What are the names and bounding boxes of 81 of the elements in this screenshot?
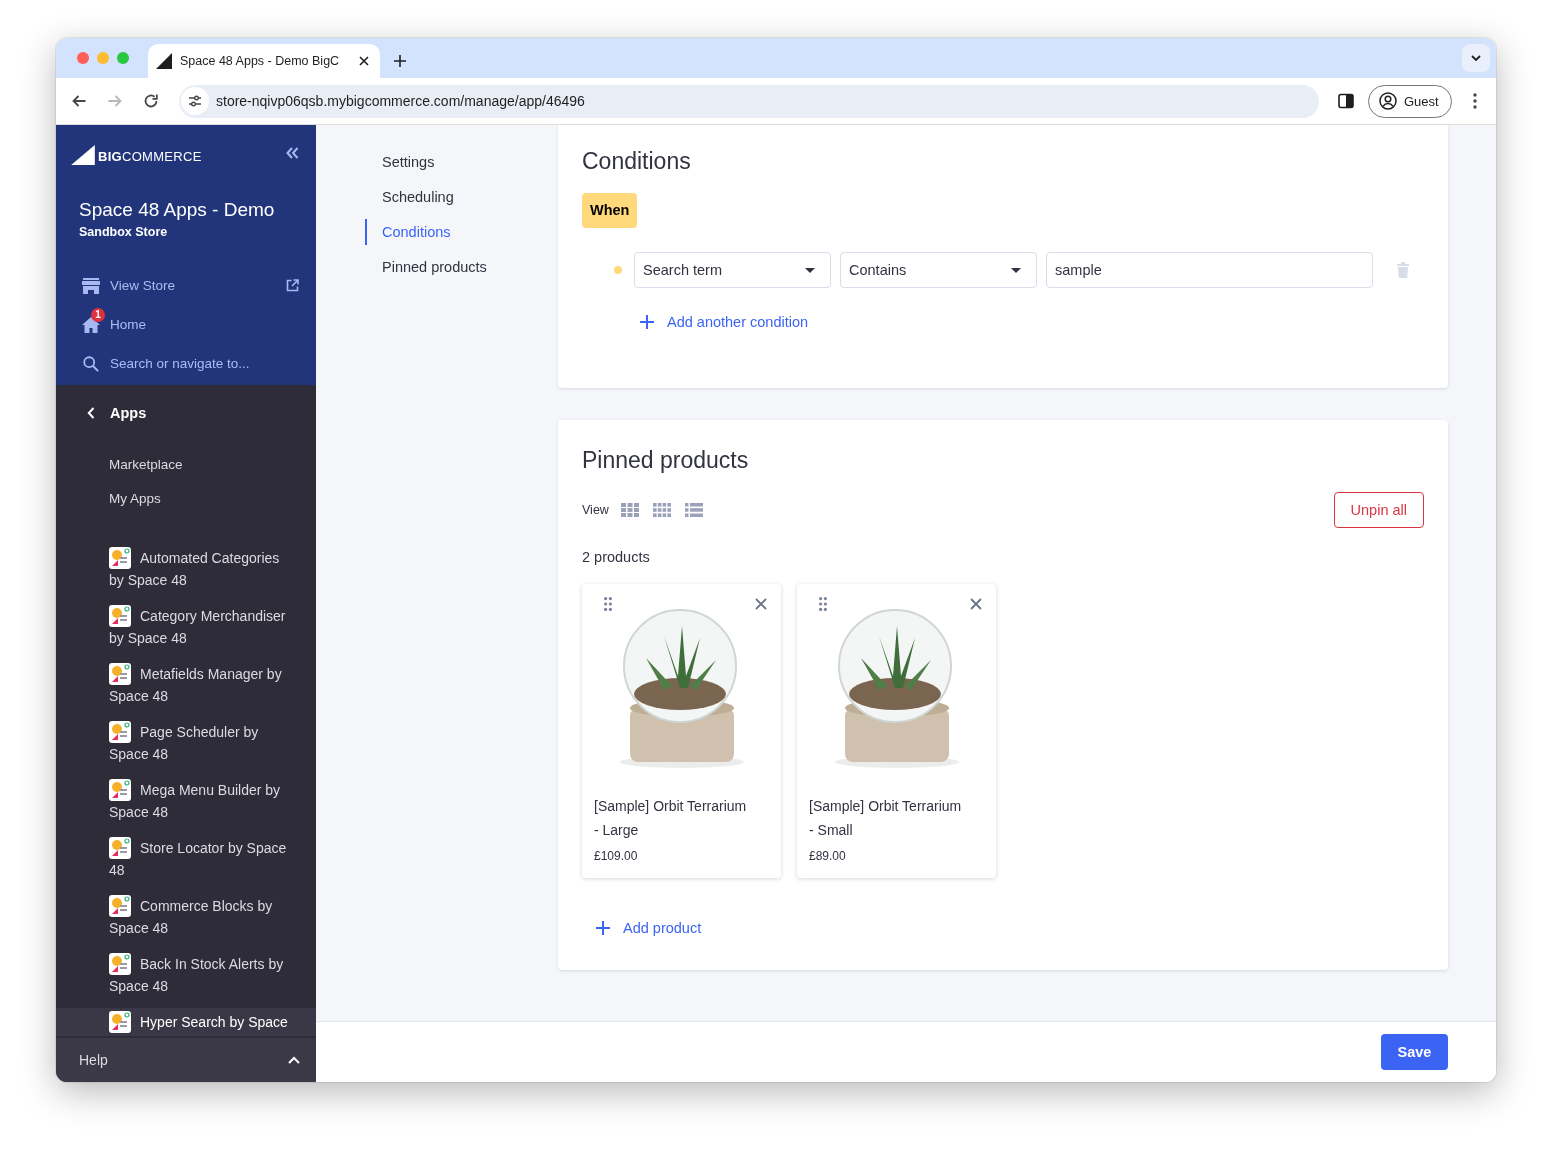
search-field[interactable]: Search or navigate to...	[56, 344, 316, 383]
save-button[interactable]: Save	[1381, 1034, 1448, 1070]
back-link[interactable]: Apps	[56, 401, 316, 425]
app-logo-icon	[109, 895, 131, 917]
add-product-link[interactable]: Add product	[596, 916, 702, 940]
browser-tab[interactable]: Space 48 Apps - Demo BigC	[148, 44, 380, 78]
address-bar[interactable]: store-nqivp06qsb.mybigcommerce.com/manage/app/46496	[179, 84, 1319, 118]
app-link[interactable]: Mega Menu Builder by Space 48	[56, 776, 316, 826]
drag-handle-icon[interactable]	[819, 597, 827, 611]
notification-badge: 1	[91, 307, 105, 322]
close-icon[interactable]	[359, 56, 369, 66]
logo-wordmark: BIGCOMMERCE	[98, 149, 202, 165]
product-card[interactable]: [Sample] Orbit Terrarium - Large £109.00	[582, 584, 781, 878]
app-logo-icon	[109, 1011, 131, 1033]
store-name: Space 48 Apps - Demo	[79, 198, 276, 222]
app-logo-icon	[109, 605, 131, 627]
select-field[interactable]: Contains	[840, 252, 1037, 288]
view-label: View	[582, 503, 609, 517]
app-link[interactable]: Store Locator by Space 48	[56, 834, 316, 884]
app-link[interactable]: Automated Categories by Space 48	[56, 544, 316, 594]
add-condition-link[interactable]: Add another condition	[640, 310, 809, 334]
select-field[interactable]: Search term	[634, 252, 831, 288]
product-count: 2 products	[582, 548, 651, 567]
app-link[interactable]: Commerce Blocks by Space 48	[56, 892, 316, 942]
app-link[interactable]: Hyper Search by Space	[56, 1008, 316, 1036]
app-logo-icon	[109, 837, 131, 859]
section-title: Pinned products	[582, 446, 750, 475]
chevron-down-icon[interactable]	[1462, 44, 1490, 72]
help-button[interactable]: Help	[56, 1038, 316, 1082]
person-circle-icon	[1379, 92, 1397, 110]
product-price: £89.00	[809, 848, 847, 864]
drag-handle-icon[interactable]	[604, 597, 612, 611]
external-link-icon[interactable]	[286, 279, 299, 292]
product-card[interactable]: [Sample] Orbit Terrarium - Small £89.00	[797, 584, 996, 878]
nav-link[interactable]: View Store	[56, 266, 316, 305]
product-name: [Sample] Orbit Terrarium - Small	[809, 797, 963, 840]
list-view-icon[interactable]	[684, 503, 703, 517]
input-field[interactable]: sample	[1046, 252, 1373, 288]
section-link[interactable]: Pinned products	[365, 254, 558, 280]
bullet-dot-icon	[614, 266, 622, 274]
search-icon	[82, 355, 100, 372]
plus-icon	[596, 921, 610, 935]
section-link[interactable]: Scheduling	[365, 184, 558, 210]
reload-icon[interactable]	[143, 93, 159, 109]
app-logo-icon	[109, 779, 131, 801]
unpin-all-button[interactable]: Unpin all	[1333, 492, 1424, 528]
menu-link[interactable]: Marketplace	[56, 454, 316, 476]
store-type: Sandbox Store	[79, 224, 169, 241]
favicon-icon	[156, 53, 172, 69]
profile-button[interactable]: Guest	[1368, 84, 1452, 118]
app-logo-icon	[109, 953, 131, 975]
app-logo-icon	[109, 547, 131, 569]
operator-badge: When	[582, 193, 638, 228]
app-link[interactable]: Back In Stock Alerts by Space 48	[56, 950, 316, 1000]
sliders-icon[interactable]	[181, 87, 209, 115]
app-link[interactable]: Metafields Manager by Space 48	[56, 660, 316, 710]
grid-view-icon[interactable]	[620, 503, 639, 517]
storefront-icon	[82, 277, 100, 294]
app-link[interactable]: Page Scheduler by Space 48	[56, 718, 316, 768]
chevron-left-icon	[87, 407, 95, 419]
nav-link[interactable]: 1 Home	[56, 305, 316, 344]
caret-down-icon	[1011, 267, 1021, 273]
double-chevron-left-icon[interactable]	[285, 146, 299, 159]
app-logo-icon	[109, 663, 131, 685]
product-price: £109.00	[594, 848, 639, 864]
caret-down-icon	[805, 267, 815, 273]
product-name: [Sample] Orbit Terrarium - Large	[594, 797, 748, 840]
menu-link[interactable]: My Apps	[56, 488, 316, 510]
plus-icon	[640, 315, 654, 329]
side-panel-icon[interactable]	[1338, 93, 1354, 109]
section-title: Conditions	[582, 147, 691, 176]
dense-grid-view-icon[interactable]	[652, 503, 671, 517]
new-tab-icon[interactable]	[393, 54, 407, 68]
app-link[interactable]: Category Merchandiser by Space 48	[56, 602, 316, 652]
more-icon[interactable]	[1473, 93, 1477, 109]
chevron-up-icon	[288, 1056, 300, 1064]
app-logo-icon	[109, 721, 131, 743]
section-link[interactable]: Settings	[365, 149, 558, 175]
home-icon	[82, 316, 100, 333]
logo-icon	[71, 145, 95, 165]
back-icon[interactable]	[71, 93, 87, 109]
